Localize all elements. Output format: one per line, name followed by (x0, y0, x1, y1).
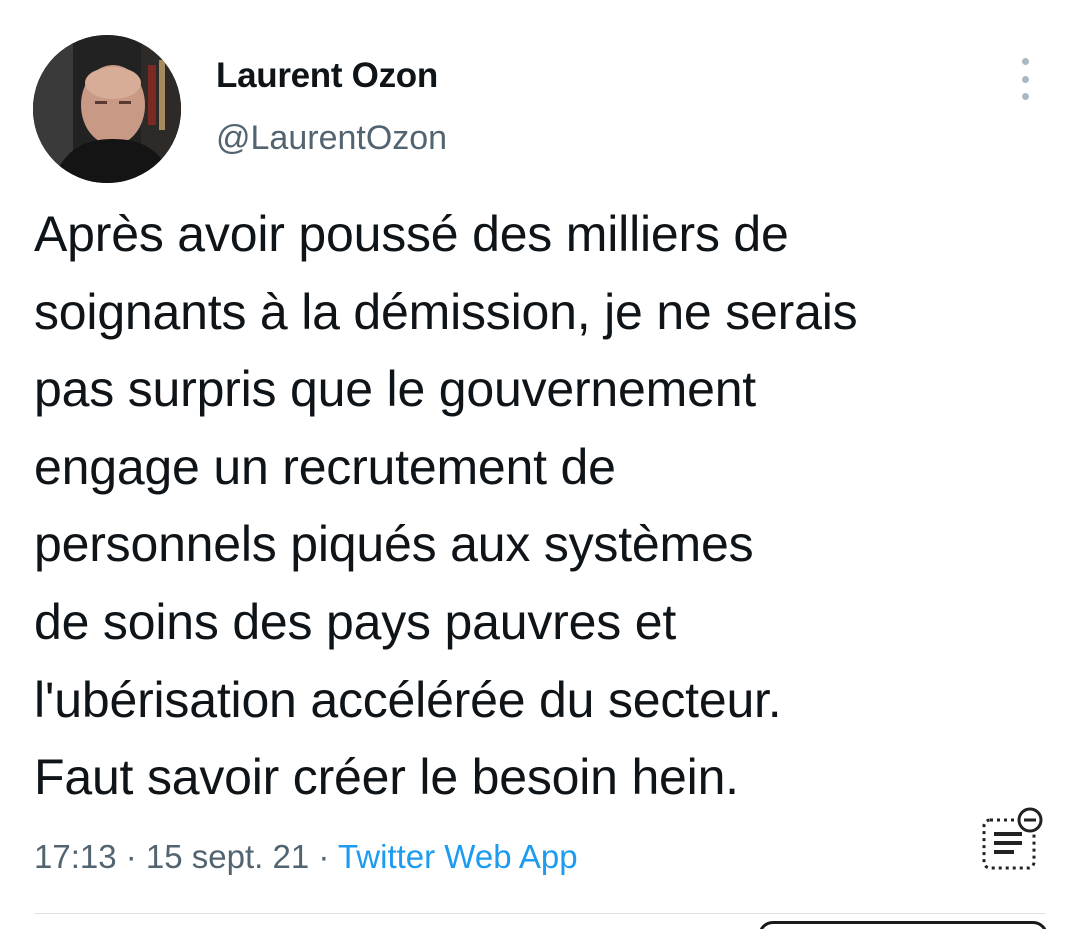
tweet-metadata: 17:13 · 15 sept. 21 · Twitter Web App (34, 838, 578, 876)
tweet-text: Après avoir poussé des milliers de soign… (34, 196, 1054, 817)
meta-separator: · (116, 838, 146, 875)
tweet-text-line: personnels piqués aux systèmes (34, 516, 754, 573)
avatar[interactable] (33, 35, 181, 183)
tweet-text-line: l'ubérisation accélérée du secteur. (34, 671, 782, 728)
tweet-text-line: de soins des pays pauvres et (34, 593, 677, 650)
tweet-text-line: soignants à la démission, je ne serais (34, 283, 858, 340)
tweet-time[interactable]: 17:13 (34, 838, 117, 875)
tweet-date[interactable]: 15 sept. 21 (146, 838, 309, 875)
user-handle[interactable]: @LaurentOzon (216, 119, 447, 158)
avatar-photo-icon (33, 35, 181, 183)
tweet-text-line: Faut savoir créer le besoin hein. (34, 749, 739, 806)
tweet-card: Laurent Ozon @LaurentOzon Après avoir po… (0, 0, 1080, 929)
bottom-pill-button[interactable] (758, 921, 1048, 929)
meta-separator: · (309, 838, 338, 875)
more-vertical-icon-dot (1021, 75, 1029, 83)
tweet-text-line: Après avoir poussé des milliers de (34, 206, 789, 262)
tweet-text-line: engage un recrutement de (34, 438, 616, 495)
reader-mode-icon[interactable] (978, 806, 1048, 872)
more-vertical-icon-dot (1021, 93, 1029, 100)
more-options-button[interactable] (1008, 58, 1042, 100)
more-vertical-icon (1021, 58, 1029, 65)
divider (34, 913, 1046, 914)
tweet-text-line: pas surpris que le gouvernement (34, 361, 756, 418)
display-name[interactable]: Laurent Ozon (216, 56, 438, 96)
tweet-source-link[interactable]: Twitter Web App (338, 838, 578, 875)
